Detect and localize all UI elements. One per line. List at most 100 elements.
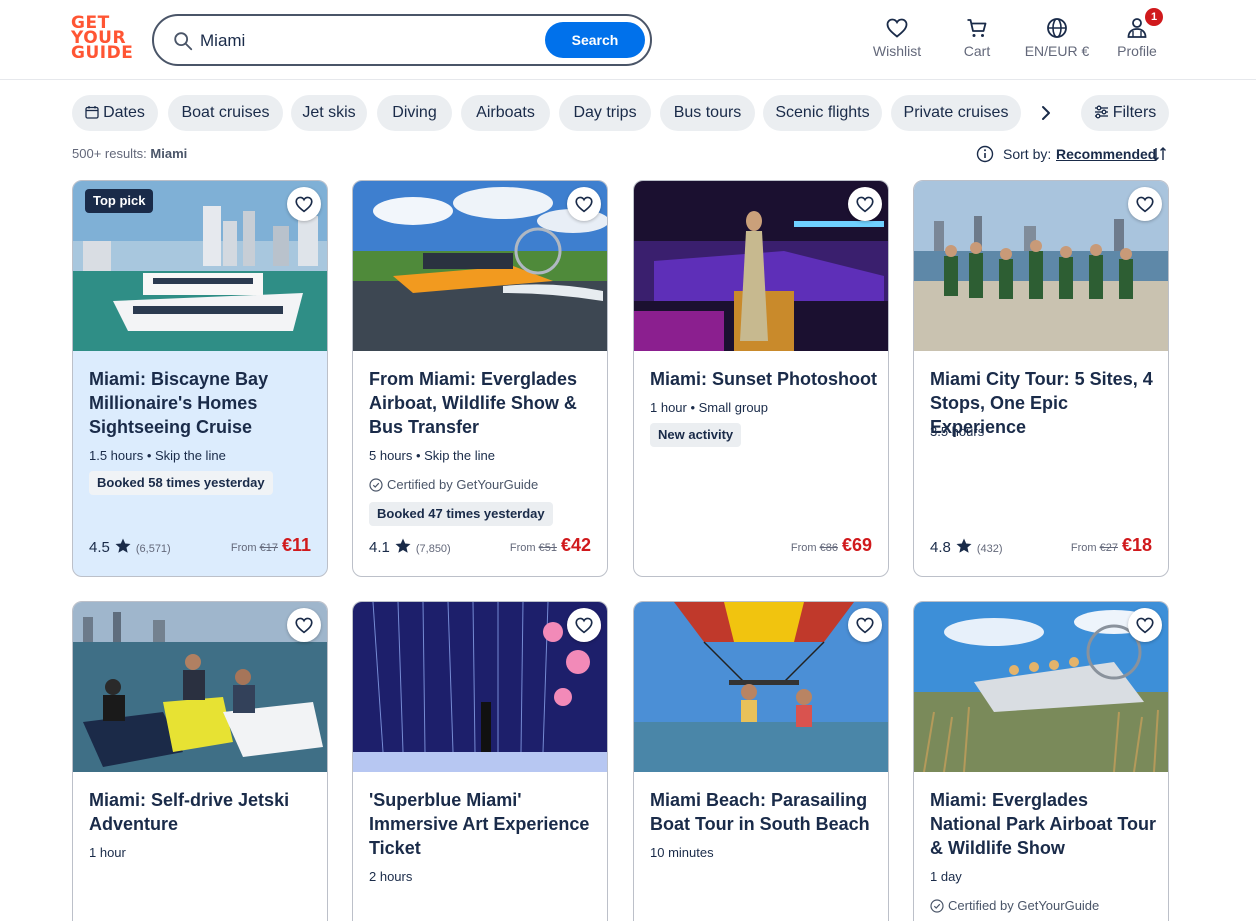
certified-label: Certified by GetYourGuide	[930, 898, 1099, 913]
price: From €27 €18	[1071, 535, 1152, 556]
booked-badge: Booked 47 times yesterday	[369, 502, 553, 526]
cart-link[interactable]: Cart	[955, 16, 999, 66]
current-price: €18	[1121, 535, 1152, 555]
activity-card[interactable]: Miami: Sunset Photoshoot 1 hour • Small …	[633, 180, 889, 577]
cart-icon	[967, 19, 987, 37]
current-price: €11	[281, 535, 311, 555]
activity-meta: 1 hour • Small group	[650, 400, 769, 415]
chip-private-cruises[interactable]: Private cruises	[891, 95, 1021, 131]
heart-icon	[1136, 617, 1154, 634]
filters-label: Filters	[1112, 104, 1157, 121]
wishlist-button[interactable]	[1128, 187, 1162, 221]
certified-label: Certified by GetYourGuide	[369, 477, 538, 492]
getyourguide-logo[interactable]: GET YOUR GUIDE	[71, 15, 134, 66]
sliders-icon	[1094, 105, 1108, 119]
chip-label: Bus tours	[673, 104, 742, 121]
activity-meta: 1.5 hours • Skip the line	[89, 448, 226, 463]
logo-line: GUIDE	[71, 43, 134, 63]
price-from-label: From	[790, 542, 817, 554]
original-price: €17	[259, 542, 278, 554]
price: From €17 €11	[231, 535, 311, 556]
activity-meta: 10 minutes	[650, 845, 714, 860]
activity-meta: 2 hours	[369, 869, 413, 884]
chip-bus-tours[interactable]: Bus tours	[660, 95, 755, 131]
activity-title[interactable]: Miami: Sunset Photoshoot	[650, 367, 878, 391]
wishlist-button[interactable]	[848, 608, 882, 642]
activity-title[interactable]: 'Superblue Miami' Immersive Art Experien…	[369, 788, 597, 860]
results-count: 500+ results: Miami	[72, 146, 187, 161]
price: From €86 €69	[791, 535, 872, 556]
new-activity-badge: New activity	[650, 423, 742, 447]
activity-card[interactable]: Miami Beach: Parasailing Boat Tour in So…	[633, 601, 889, 921]
rating-value: 4.1	[369, 539, 390, 556]
sort-dropdown[interactable]: Recommended	[1056, 146, 1156, 162]
activity-card[interactable]: Miami: Everglades National Park Airboat …	[913, 601, 1169, 921]
chip-airboats[interactable]: Airboats	[461, 95, 550, 131]
activity-meta: 5 hours • Skip the line	[369, 448, 495, 463]
locale-selector[interactable]: EN/EUR €	[1022, 16, 1092, 66]
wishlist-button[interactable]	[287, 187, 321, 221]
heart-icon	[1136, 196, 1154, 213]
globe-icon	[1047, 18, 1067, 38]
search-input[interactable]	[200, 28, 540, 54]
wishlist-button[interactable]	[287, 608, 321, 642]
filters-button[interactable]: Filters	[1081, 95, 1169, 131]
price-from-label: From	[230, 542, 257, 554]
sort-label: Sort by:	[1003, 146, 1052, 162]
booked-badge: Booked 58 times yesterday	[89, 471, 273, 495]
activity-title[interactable]: Miami: Everglades National Park Airboat …	[930, 788, 1158, 860]
activity-title[interactable]: Miami: Biscayne Bay Millionaire's Homes …	[89, 367, 317, 439]
results-count-label: 500+ results:	[72, 146, 147, 161]
wishlist-button[interactable]	[567, 608, 601, 642]
profile-label: Profile	[1117, 43, 1157, 59]
chip-label: Jet skis	[302, 104, 356, 121]
cart-label: Cart	[963, 43, 991, 59]
review-count: (7,850)	[415, 543, 451, 555]
heart-icon	[575, 617, 593, 634]
chip-diving[interactable]: Diving	[377, 95, 452, 131]
search-button[interactable]: Search	[545, 22, 645, 58]
chevron-right-icon[interactable]	[1036, 103, 1056, 123]
price-from-label: From	[509, 542, 536, 554]
star-icon	[395, 538, 411, 553]
original-price: €51	[538, 542, 557, 554]
calendar-icon	[85, 106, 99, 119]
wishlist-button[interactable]	[848, 187, 882, 221]
activity-title[interactable]: From Miami: Everglades Airboat, Wildlife…	[369, 367, 597, 439]
activity-meta: 1 hour	[89, 845, 126, 860]
activity-title[interactable]: Miami Beach: Parasailing Boat Tour in So…	[650, 788, 878, 836]
activity-title[interactable]: Miami: Self-drive Jetski Adventure	[89, 788, 317, 836]
activity-card[interactable]: Top pick Miami: Biscayne Bay Millionaire…	[72, 180, 328, 577]
rating: 4.8 (432)	[930, 537, 1003, 556]
current-price: €42	[560, 535, 591, 555]
review-count: (6,571)	[135, 543, 171, 555]
certified-icon	[369, 478, 383, 492]
wishlist-button[interactable]	[1128, 608, 1162, 642]
activity-card[interactable]: 'Superblue Miami' Immersive Art Experien…	[352, 601, 608, 921]
activity-card[interactable]: Miami City Tour: 5 Sites, 4 Stops, One E…	[913, 180, 1169, 577]
chip-dates[interactable]: Dates	[72, 95, 158, 131]
search-icon	[174, 32, 193, 51]
filter-chips: Dates Boat cruises Jet skis Diving Airbo…	[72, 95, 1172, 133]
price: From €51 €42	[510, 535, 591, 556]
chip-scenic-flights[interactable]: Scenic flights	[763, 95, 882, 131]
activity-meta: 3.5 hours	[930, 424, 985, 439]
chip-boat-cruises[interactable]: Boat cruises	[168, 95, 283, 131]
activity-card[interactable]: Miami: Self-drive Jetski Adventure 1 hou…	[72, 601, 328, 921]
wishlist-link[interactable]: Wishlist	[868, 16, 926, 66]
info-icon[interactable]	[976, 145, 994, 163]
wishlist-label: Wishlist	[872, 43, 922, 59]
original-price: €86	[819, 542, 838, 554]
wishlist-button[interactable]	[567, 187, 601, 221]
certified-text: Certified by GetYourGuide	[387, 477, 539, 492]
chip-label: Dates	[103, 104, 145, 121]
current-price: €69	[841, 535, 872, 555]
original-price: €27	[1099, 542, 1118, 554]
chip-jet-skis[interactable]: Jet skis	[291, 95, 367, 131]
activity-card[interactable]: From Miami: Everglades Airboat, Wildlife…	[352, 180, 608, 577]
chip-day-trips[interactable]: Day trips	[559, 95, 651, 131]
chip-label: Diving	[392, 104, 437, 121]
star-icon	[956, 538, 972, 553]
sort-arrows-icon[interactable]	[1152, 145, 1168, 163]
profile-notification-badge: 1	[1145, 8, 1163, 26]
